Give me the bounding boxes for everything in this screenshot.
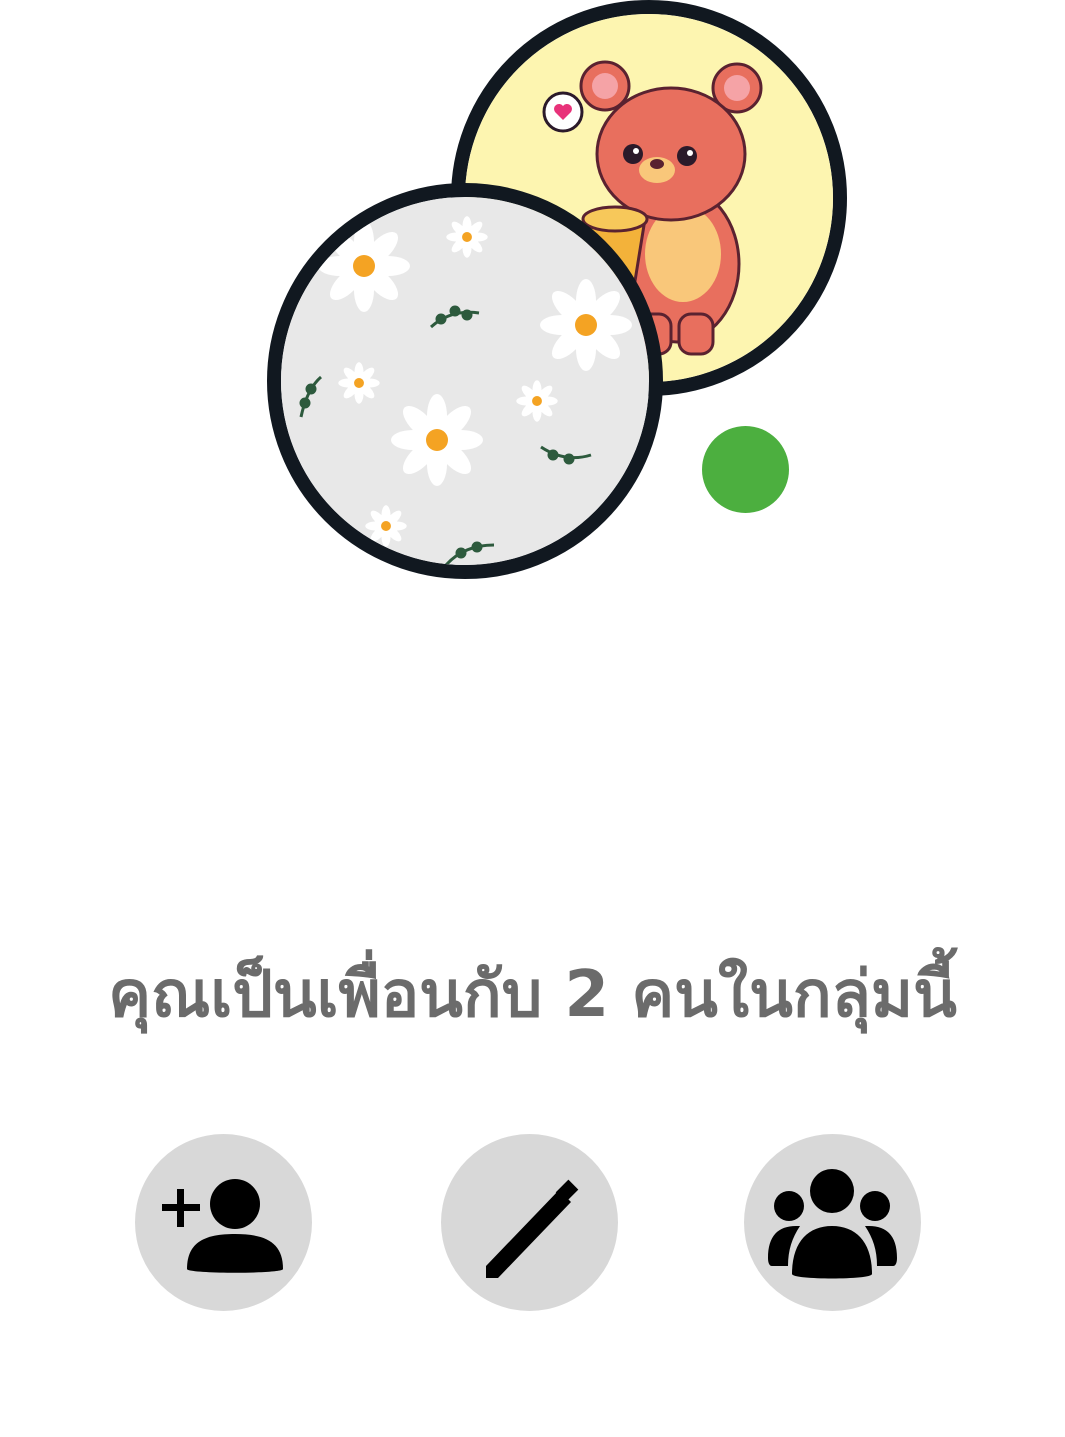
group-people-icon	[768, 1169, 897, 1279]
daisy-pattern-icon	[281, 197, 649, 565]
daisy-avatar	[267, 183, 663, 579]
person-add-icon	[162, 1179, 283, 1273]
edit-button[interactable]	[441, 1134, 618, 1311]
members-button[interactable]	[744, 1134, 921, 1311]
add-member-button[interactable]	[135, 1134, 312, 1311]
friends-in-group-caption: คุณเป็นเพื่อนกับ 2 คนในกลุ่มนี้	[108, 958, 957, 1032]
online-status-indicator	[702, 426, 789, 513]
pencil-icon	[486, 1179, 579, 1278]
